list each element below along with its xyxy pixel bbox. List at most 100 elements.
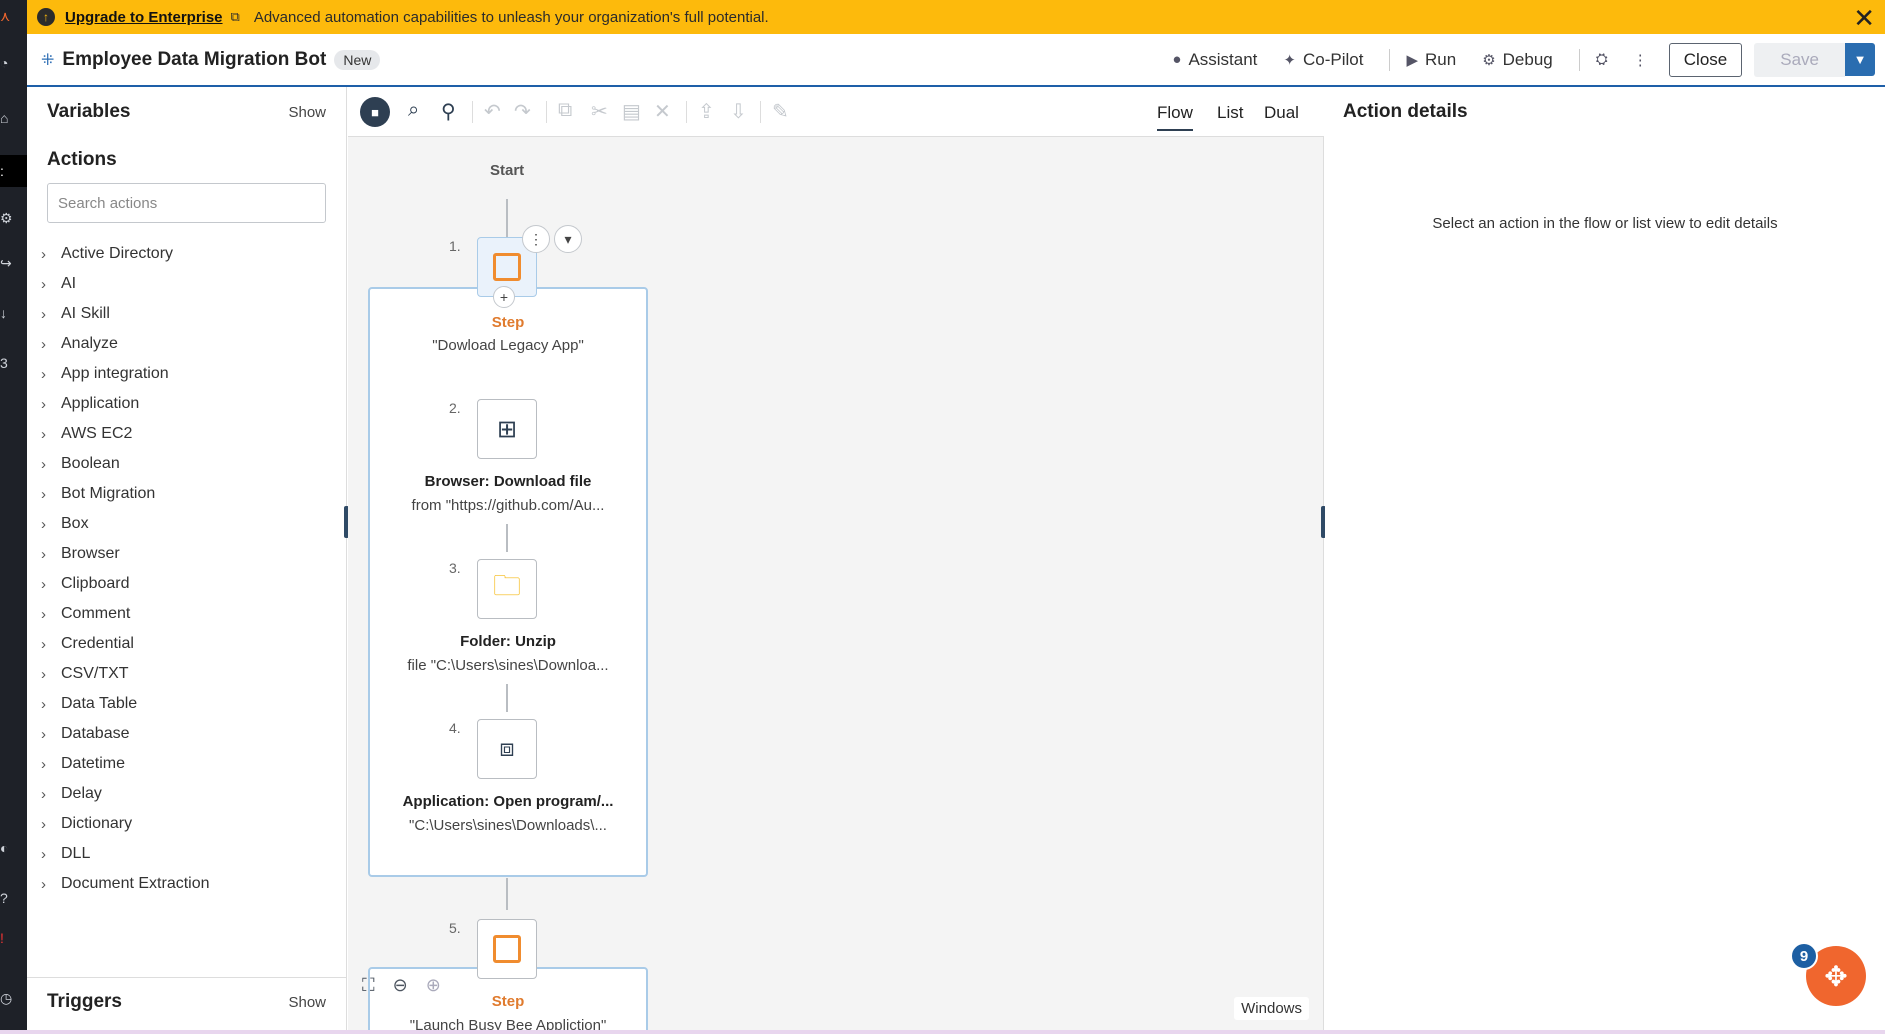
action-category[interactable]: › AI Skill <box>41 299 341 329</box>
connector <box>506 684 508 712</box>
zoom-in-icon[interactable]: ⊕ <box>426 975 441 996</box>
action-category[interactable]: › Dictionary <box>41 809 341 839</box>
flow-canvas[interactable]: ■ ⌕ ⚲ ↶ ↷ ⧉ ✂ ▤ ✕ ⇪ ⇩ ✎ Flow List Dual S… <box>348 87 1324 1034</box>
add-icon[interactable]: + <box>493 286 515 308</box>
action-category[interactable]: › DLL <box>41 839 341 869</box>
chevron-right-icon: › <box>41 815 46 833</box>
chevron-down-icon[interactable]: ▼ <box>1845 43 1875 76</box>
run-settings-icon[interactable]: ⛭ <box>1596 51 1615 68</box>
action-node[interactable]: 🗀 <box>477 559 537 619</box>
action-category[interactable]: › AI <box>41 269 341 299</box>
bot-icon[interactable]: ⚙ <box>0 210 14 227</box>
cut-icon[interactable]: ✂ <box>591 99 608 124</box>
find-screen-icon[interactable]: ⌕ <box>408 99 419 122</box>
action-category[interactable]: › Bot Migration <box>41 479 341 509</box>
action-category[interactable]: › Browser <box>41 539 341 569</box>
action-category[interactable]: › Active Directory <box>41 239 341 269</box>
action-category[interactable]: › Box <box>41 509 341 539</box>
chevron-right-icon: › <box>41 845 46 863</box>
action-category[interactable]: › Delay <box>41 779 341 809</box>
action-category[interactable]: › Datetime <box>41 749 341 779</box>
divider <box>472 101 473 123</box>
automation-icon[interactable]: : <box>0 155 27 187</box>
tab-dual[interactable]: Dual <box>1264 103 1299 123</box>
devices-icon[interactable]: 3 <box>0 355 14 371</box>
record-icon[interactable]: ■ <box>360 97 390 127</box>
paste-icon[interactable]: ▤ <box>622 99 641 124</box>
upgrade-link[interactable]: Upgrade to Enterprise <box>65 9 223 26</box>
action-node[interactable]: ⊞ <box>477 399 537 459</box>
import-icon[interactable]: ⇩ <box>730 99 747 124</box>
fit-screen-icon[interactable]: ⛶ <box>362 975 375 996</box>
action-category-label: Active Directory <box>61 245 174 262</box>
chevron-right-icon: › <box>41 485 46 503</box>
action-category-label: AWS EC2 <box>61 425 133 442</box>
bot-icon: ⁜ <box>41 51 55 69</box>
copilot-button[interactable]: ✦ Co-Pilot <box>1283 50 1363 70</box>
chevron-right-icon: › <box>41 395 46 413</box>
close-button[interactable]: Close <box>1668 42 1743 77</box>
user-icon[interactable]: ◐ <box>0 840 14 856</box>
help-icon[interactable]: ? <box>0 890 14 906</box>
panel-title: Action details <box>1343 101 1468 122</box>
close-icon[interactable]: ✕ <box>1853 3 1875 34</box>
export-icon[interactable]: ⇪ <box>698 99 715 124</box>
nav-icon[interactable]: ◔ <box>0 55 14 71</box>
action-category[interactable]: › Database <box>41 719 341 749</box>
connector <box>506 199 508 239</box>
chevron-right-icon: › <box>41 725 46 743</box>
action-category[interactable]: › Data Table <box>41 689 341 719</box>
action-category[interactable]: › Application <box>41 389 341 419</box>
download-icon[interactable]: ↓ <box>0 305 14 321</box>
disable-icon[interactable]: ✎ <box>772 99 789 124</box>
action-category-label: App integration <box>61 365 169 382</box>
action-node[interactable]: ⧈ <box>477 719 537 779</box>
action-category[interactable]: › Boolean <box>41 449 341 479</box>
action-category-label: Boolean <box>61 455 120 472</box>
copy-icon[interactable]: ⧉ <box>558 99 572 122</box>
action-category-label: Application <box>61 395 140 412</box>
tab-list[interactable]: List <box>1217 103 1243 123</box>
kebab-icon[interactable]: ⋮ <box>522 225 550 253</box>
app-rail: ⋏ ◔ ⌂ : ⚙ ↪ ↓ 3 ◐ ? ! ◷ <box>0 0 27 1034</box>
zoom-out-icon[interactable]: ⊖ <box>393 975 408 996</box>
tab-flow[interactable]: Flow <box>1157 103 1193 131</box>
action-category[interactable]: › Analyze <box>41 329 341 359</box>
action-category-label: Analyze <box>61 335 118 352</box>
chevron-right-icon: › <box>41 425 46 443</box>
action-category-label: Browser <box>61 545 120 562</box>
search-actions-input[interactable] <box>47 183 326 223</box>
undo-icon[interactable]: ↶ <box>484 99 501 124</box>
settings-icon[interactable]: ◷ <box>0 990 14 1007</box>
triggers-show-button[interactable]: Show <box>288 994 326 1011</box>
run-button[interactable]: ▶ Run <box>1406 50 1456 70</box>
action-category[interactable]: › Comment <box>41 599 341 629</box>
divider <box>686 101 687 123</box>
action-category[interactable]: › App integration <box>41 359 341 389</box>
action-category[interactable]: › CSV/TXT <box>41 659 341 689</box>
delete-icon[interactable]: ✕ <box>654 99 671 124</box>
chevron-right-icon: › <box>41 785 46 803</box>
more-options-icon[interactable]: ⋮ <box>1633 51 1655 69</box>
action-category[interactable]: › Credential <box>41 629 341 659</box>
search-icon[interactable]: ⚲ <box>441 99 456 124</box>
step-title: Step <box>491 314 525 331</box>
chevron-down-icon[interactable]: ▾ <box>554 225 582 253</box>
action-category[interactable]: › AWS EC2 <box>41 419 341 449</box>
action-category[interactable]: › Document Extraction <box>41 869 341 899</box>
redo-icon[interactable]: ↷ <box>514 99 531 124</box>
action-category[interactable]: › Clipboard <box>41 569 341 599</box>
save-button[interactable]: Save <box>1754 42 1845 77</box>
assistant-button[interactable]: ● Assistant <box>1172 50 1257 70</box>
variables-show-button[interactable]: Show <box>288 104 326 121</box>
actions-title: Actions <box>47 149 117 170</box>
debug-button[interactable]: ⚙ Debug <box>1482 50 1553 70</box>
home-icon[interactable]: ⌂ <box>0 110 14 126</box>
step-node[interactable] <box>477 919 537 979</box>
action-category-label: CSV/TXT <box>61 665 129 682</box>
chevron-right-icon: › <box>41 755 46 773</box>
alert-icon[interactable]: ! <box>0 930 14 946</box>
browser-icon: ⊞ <box>496 415 518 443</box>
divider <box>1389 48 1391 71</box>
workflow-icon[interactable]: ↪ <box>0 255 14 272</box>
